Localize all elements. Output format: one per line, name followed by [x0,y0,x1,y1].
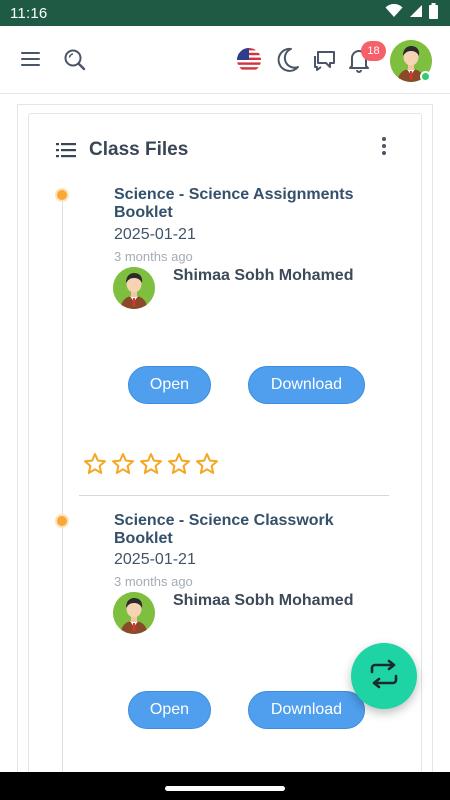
star-icon[interactable] [195,452,219,481]
download-button[interactable]: Download [248,691,365,729]
kebab-menu-icon[interactable] [374,136,394,156]
author-avatar [113,267,155,309]
open-button[interactable]: Open [128,691,211,729]
search-icon[interactable] [63,48,87,72]
star-icon[interactable] [111,452,135,481]
home-indicator[interactable] [165,786,285,791]
author-name: Shimaa Sobh Mohamed [173,267,354,284]
wifi-icon [385,3,403,23]
author-avatar [113,592,155,634]
file-date: 2025-01-21 [114,551,196,568]
swap-fab-button[interactable] [351,643,417,709]
rating-stars [83,452,219,481]
star-icon[interactable] [139,452,163,481]
timeline-dot [55,514,69,528]
timeline-dot [55,188,69,202]
file-title[interactable]: Science - Science Assignments Booklet [114,186,384,222]
list-icon [56,142,76,163]
open-button[interactable]: Open [128,366,211,404]
moon-icon[interactable] [276,47,300,73]
file-title[interactable]: Science - Science Classwork Booklet [114,512,384,548]
us-flag-icon[interactable] [236,47,262,73]
menu-icon[interactable] [20,50,42,68]
timeline-line [62,195,63,800]
status-bar: 11:16 [0,0,450,26]
file-time-ago: 3 months ago [114,574,193,589]
file-time-ago: 3 months ago [114,249,193,264]
system-icons [385,2,438,24]
card-title: Class Files [89,139,189,160]
status-time: 11:16 [10,4,48,22]
star-icon[interactable] [83,452,107,481]
online-status-dot [420,71,431,82]
star-icon[interactable] [167,452,191,481]
notification-badge[interactable]: 18 [361,41,386,61]
download-button[interactable]: Download [248,366,365,404]
author-name: Shimaa Sobh Mohamed [173,592,354,609]
chat-icon[interactable] [311,47,337,73]
file-date: 2025-01-21 [114,226,196,243]
swap-arrows-icon [367,659,401,694]
divider [79,495,389,496]
battery-icon [429,2,438,24]
signal-icon [409,4,423,23]
